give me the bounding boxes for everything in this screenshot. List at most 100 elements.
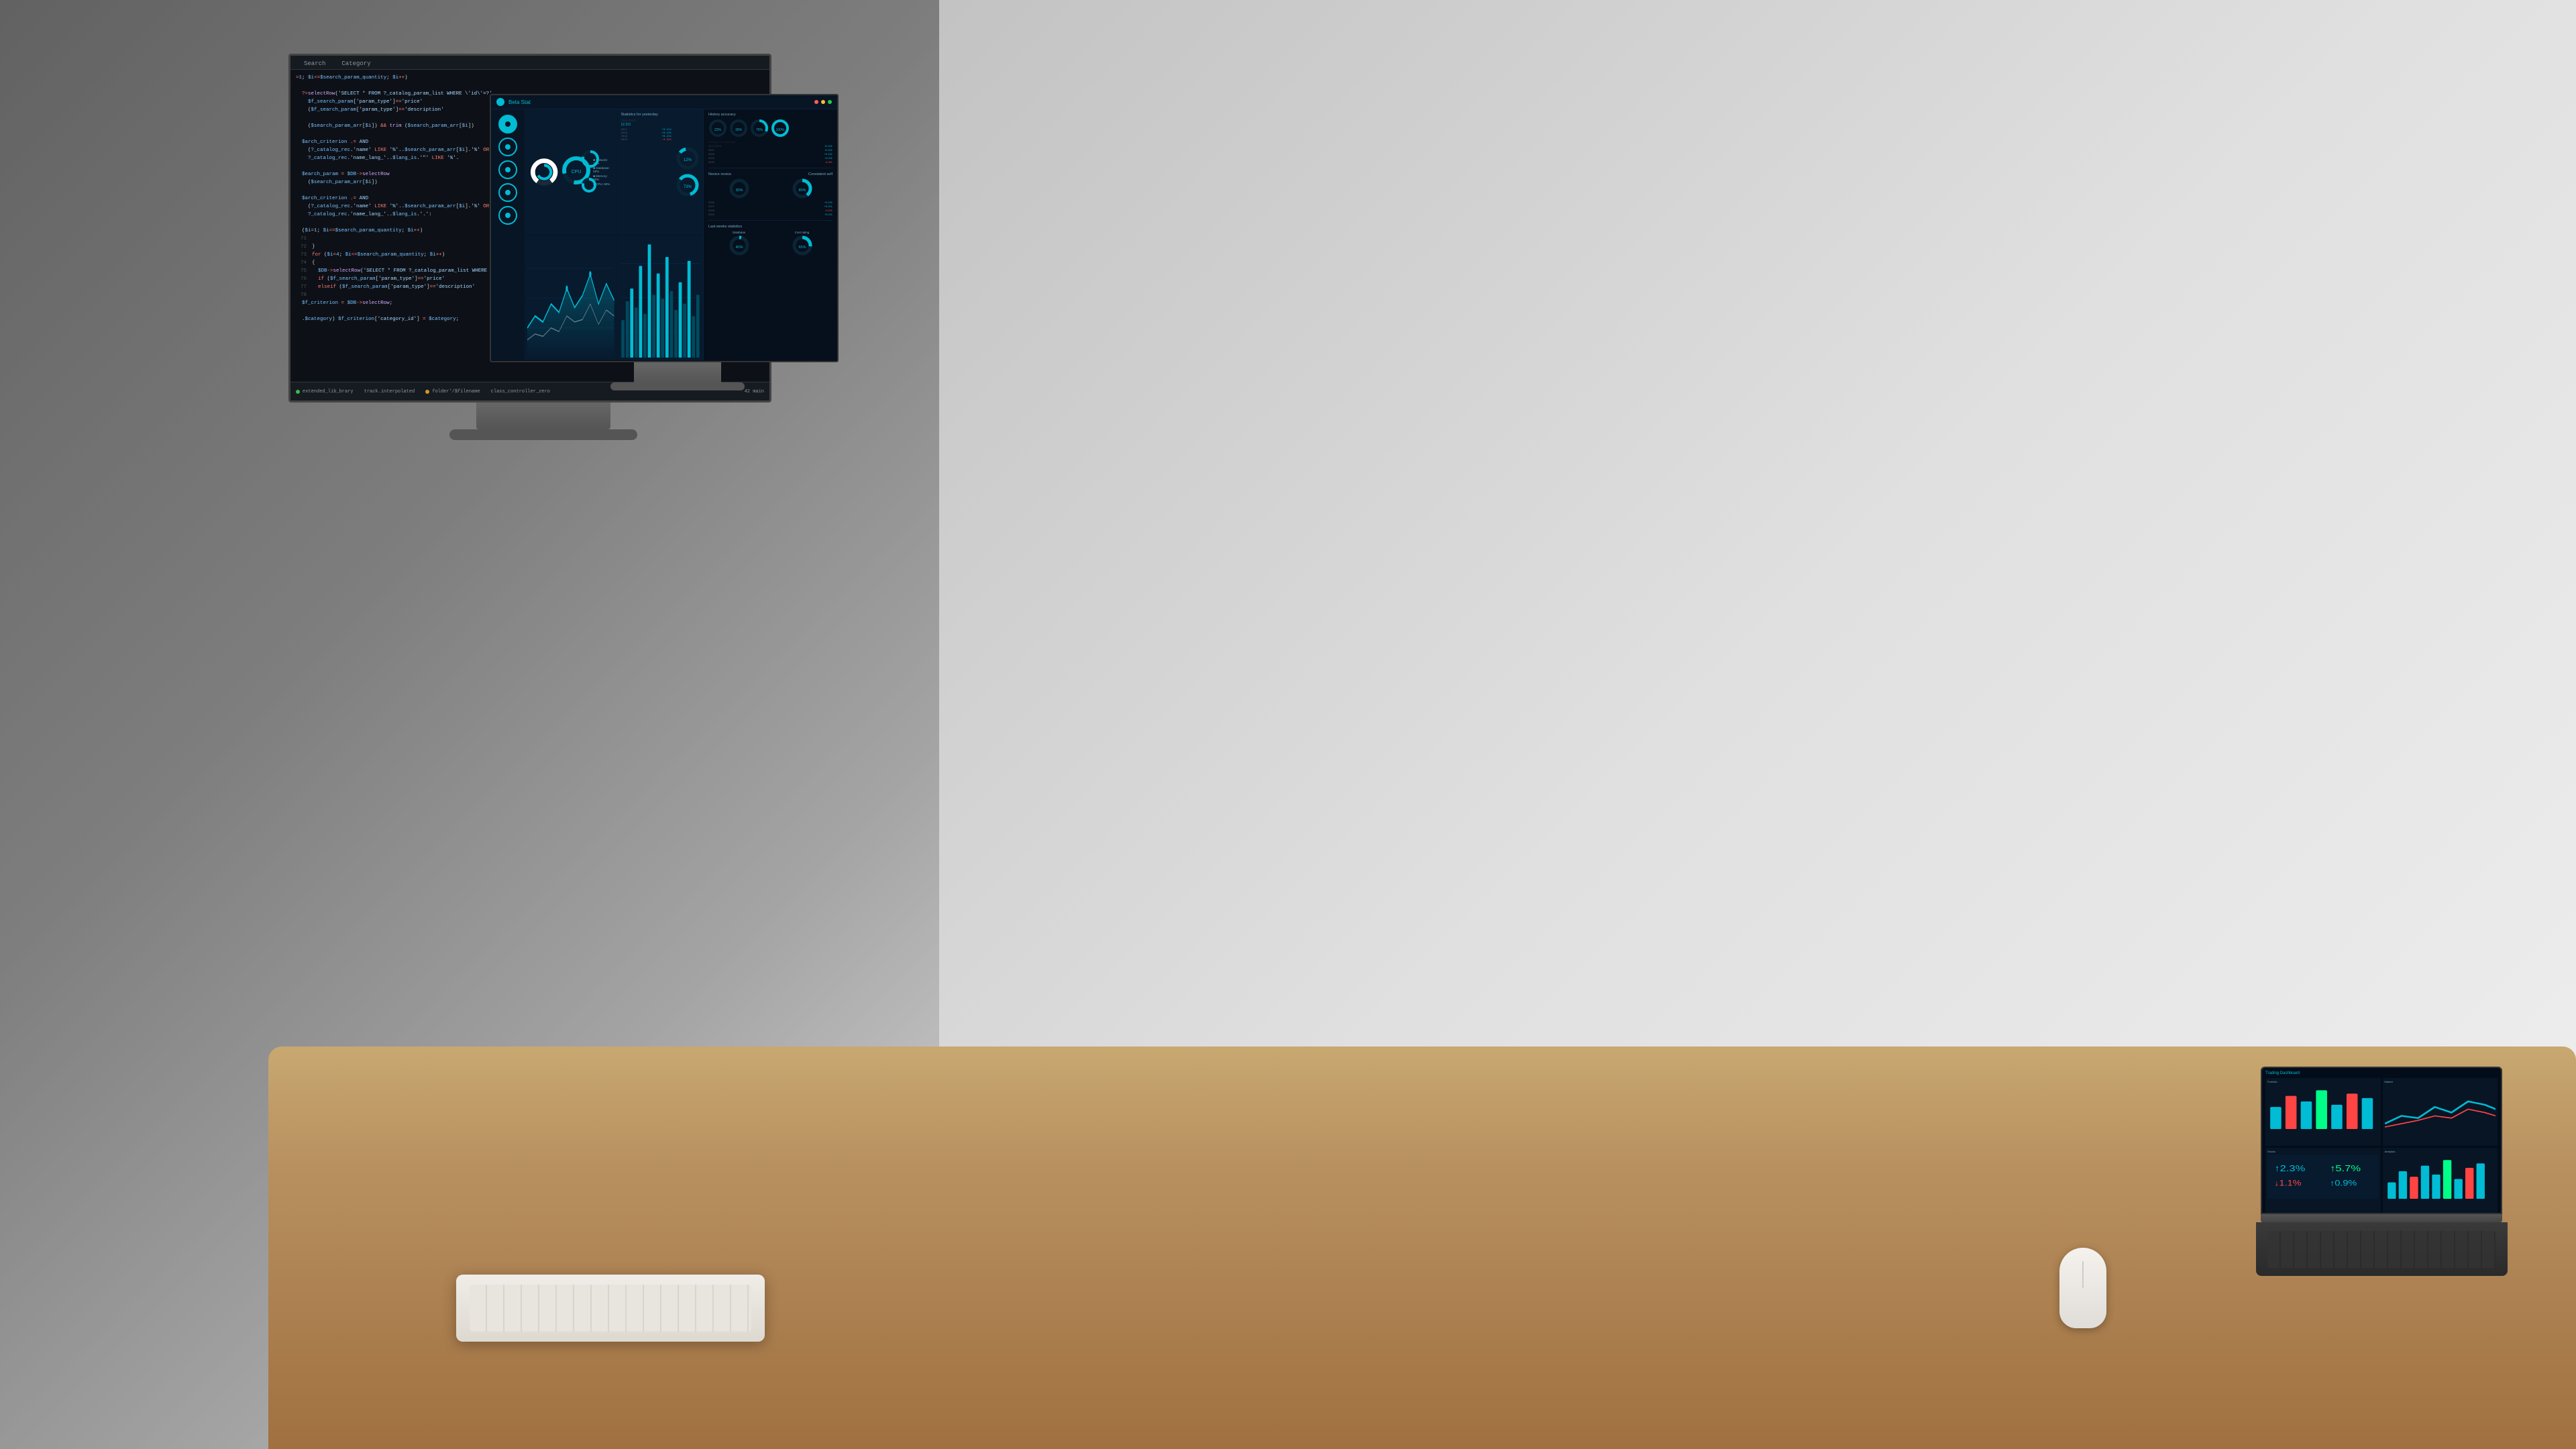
acc-daterange: 2016-2018 [708, 144, 721, 148]
svg-text:22%: 22% [714, 128, 722, 132]
laptop-chart-3-svg: ↑2.3% ↓1.1% ↑5.7% ↑0.9% [2267, 1155, 2379, 1199]
bar-chart-panel: Jan Mar May Jul Sep [618, 235, 703, 361]
circular-stats: 12% 73% [676, 113, 700, 231]
nov-val-2019: +0.211 [824, 213, 833, 216]
pie-chart-small-2 [580, 176, 598, 195]
laptop-charts-grid: Portfolio Market [2265, 1078, 2498, 1205]
stats-content: Statistics for yesterday 2016-2018 12.21… [621, 113, 700, 231]
svg-text:↑0.9%: ↑0.9% [2330, 1179, 2357, 1187]
status-item-3: folder'/$filename [425, 389, 480, 394]
right-monitor: Beta Stat [490, 94, 865, 402]
left-monitor-base [449, 429, 637, 440]
nav-item-5[interactable] [498, 206, 517, 225]
max-dot[interactable] [828, 100, 832, 104]
laptop-chart-2-title: Market [2385, 1080, 2496, 1083]
novice-circles-row: 30% 80% [708, 178, 833, 199]
nav-item-4[interactable] [498, 183, 517, 202]
pie-charts-panel: CPU ■ Network: 75% [525, 109, 617, 235]
acc-val-2019: +0.211 [824, 156, 833, 160]
desk-keyboard-keys [470, 1285, 751, 1332]
laptop-keyboard [2256, 1222, 2508, 1276]
laptop-screen-container: Trading Dashboard Portfolio [2261, 1067, 2502, 1214]
svg-text:65%: 65% [798, 246, 806, 250]
mouse-line [2082, 1261, 2084, 1288]
lw-section-database: Database 40% [708, 231, 769, 256]
year-2017: 2017 [621, 129, 628, 131]
status-file-1: extended_lib_brary [303, 389, 354, 394]
circle-stat-1: 12% [676, 146, 700, 170]
status-item-1: extended_lib_brary [296, 389, 354, 394]
svg-text:12%: 12% [684, 158, 692, 162]
laptop: Trading Dashboard Portfolio [2254, 1067, 2509, 1281]
desk-surface [268, 1046, 2576, 1449]
laptop-content: Trading Dashboard Portfolio [2262, 1068, 2501, 1213]
nav-item-3[interactable] [498, 160, 517, 179]
last-weeks-title: Last weeks statistics [708, 225, 833, 229]
right-monitor-screen: Beta Stat [490, 94, 839, 362]
accuracy-year-rows: Statistics for yesterday 2016-2018 12.21… [708, 140, 833, 164]
dashboard-logo [496, 98, 504, 106]
nav-inner-2 [505, 144, 511, 150]
keyboard-keys [2267, 1231, 2496, 1268]
pie-chart-small-1 [580, 148, 601, 170]
novice-header: Novice novice Consistent self [708, 172, 833, 176]
acc-row-2017: 2017 +0.211 [708, 148, 833, 152]
novice-left: 30% [708, 178, 769, 199]
min-dot[interactable] [821, 100, 825, 104]
laptop-chart-1: Portfolio [2265, 1078, 2381, 1146]
acc-year-2019: 2019 [708, 156, 714, 160]
acc-row-2020: 2020 -0.321 [708, 160, 833, 164]
stats-panel-top-right: Statistics for yesterday 2016-2018 12.21… [618, 109, 703, 235]
nov-val-2017: +0.221 [824, 205, 833, 208]
laptop-chart-1-svg [2267, 1085, 2379, 1129]
year-2018: 2018 [621, 132, 628, 135]
svg-text:75%: 75% [756, 128, 763, 132]
novice-right: 80% [771, 178, 833, 199]
nav-item-1[interactable] [498, 115, 517, 133]
acc-year-2020: 2020 [708, 160, 714, 164]
svg-text:80%: 80% [798, 189, 806, 193]
svg-text:30%: 30% [735, 128, 743, 132]
novice-section: Novice novice Consistent self 30% [708, 172, 833, 216]
nov-val-2018: -0.211 [825, 209, 833, 212]
novice-year-rows: 2016 +0.211 2017 +0.221 2018 -0.211 20 [708, 201, 833, 216]
close-dot[interactable] [814, 100, 818, 104]
history-accuracy-section: History accuracy 22% 30% [708, 113, 833, 164]
lw-section-cost: Cost rating 65% [771, 231, 833, 256]
nov-row-2016: 2016 +0.211 [708, 201, 833, 204]
bar-chart-svg: Jan Mar May Jul Sep [621, 238, 700, 358]
nov-row-2018: 2018 -0.211 [708, 209, 833, 212]
dashboard-grid: CPU ■ Network: 75% [525, 109, 703, 360]
right-monitor-base [610, 382, 745, 390]
acc-row-1: Statistics for yesterday [708, 140, 833, 144]
consistent-label: Consistent self [808, 172, 833, 176]
val-2019: +0.211 [662, 136, 672, 138]
status-sublabel-1: track.interpolated [364, 389, 415, 394]
stats-row-2020: 2020 -0.321 [621, 139, 672, 142]
val-2017: +0.211 [662, 129, 672, 131]
nov-row-2019: 2019 +0.211 [708, 213, 833, 216]
tab-category[interactable]: Category [333, 58, 378, 69]
svg-text:73%: 73% [684, 185, 692, 189]
laptop-base-bar [2261, 1214, 2502, 1222]
stats-title: Statistics for yesterday [621, 113, 672, 117]
nov-year-2017: 2017 [708, 205, 714, 208]
novice-label: Novice novice [708, 172, 731, 176]
dashboard-title: Beta Stat [508, 99, 531, 105]
svg-text:↑5.7%: ↑5.7% [2330, 1163, 2361, 1173]
nav-item-2[interactable] [498, 138, 517, 156]
mouse [2059, 1248, 2106, 1328]
pie-chart-group: CPU [559, 154, 593, 191]
status-file-2: folder'/$filename [432, 389, 480, 394]
right-monitor-stand [634, 362, 721, 382]
year-2020: 2020 [621, 139, 628, 142]
dashboard-controls [814, 100, 832, 104]
dashboard-nav [491, 109, 525, 360]
laptop-title: Trading Dashboard [2265, 1071, 2498, 1075]
stats-row-2017: 2017 +0.211 [621, 129, 672, 131]
year-2019: 2019 [621, 136, 628, 138]
svg-text:CPU: CPU [572, 170, 582, 174]
pie-chart-1 [529, 154, 559, 191]
tab-search[interactable]: Search [296, 58, 333, 69]
lw-circle-1: 40% [729, 235, 750, 256]
